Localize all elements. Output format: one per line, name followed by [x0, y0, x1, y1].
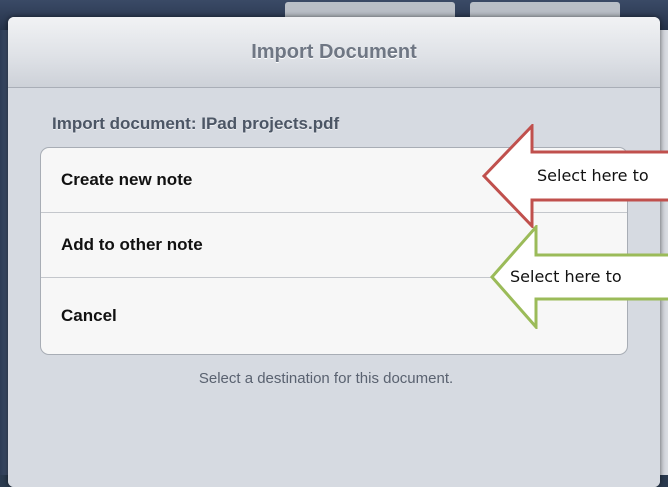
- dialog-footer-hint: Select a destination for this document.: [198, 370, 454, 387]
- red-callout-text: Select here to: [537, 166, 649, 185]
- dialog-title: Import Document: [251, 40, 417, 63]
- import-document-label: Import document: IPad projects.pdf: [52, 114, 340, 133]
- green-callout-arrow: Select here to: [490, 225, 668, 329]
- green-callout-text: Select here to: [510, 267, 622, 286]
- dialog-header: Import Document: [8, 17, 660, 88]
- red-callout-arrow: Select here to: [482, 124, 668, 228]
